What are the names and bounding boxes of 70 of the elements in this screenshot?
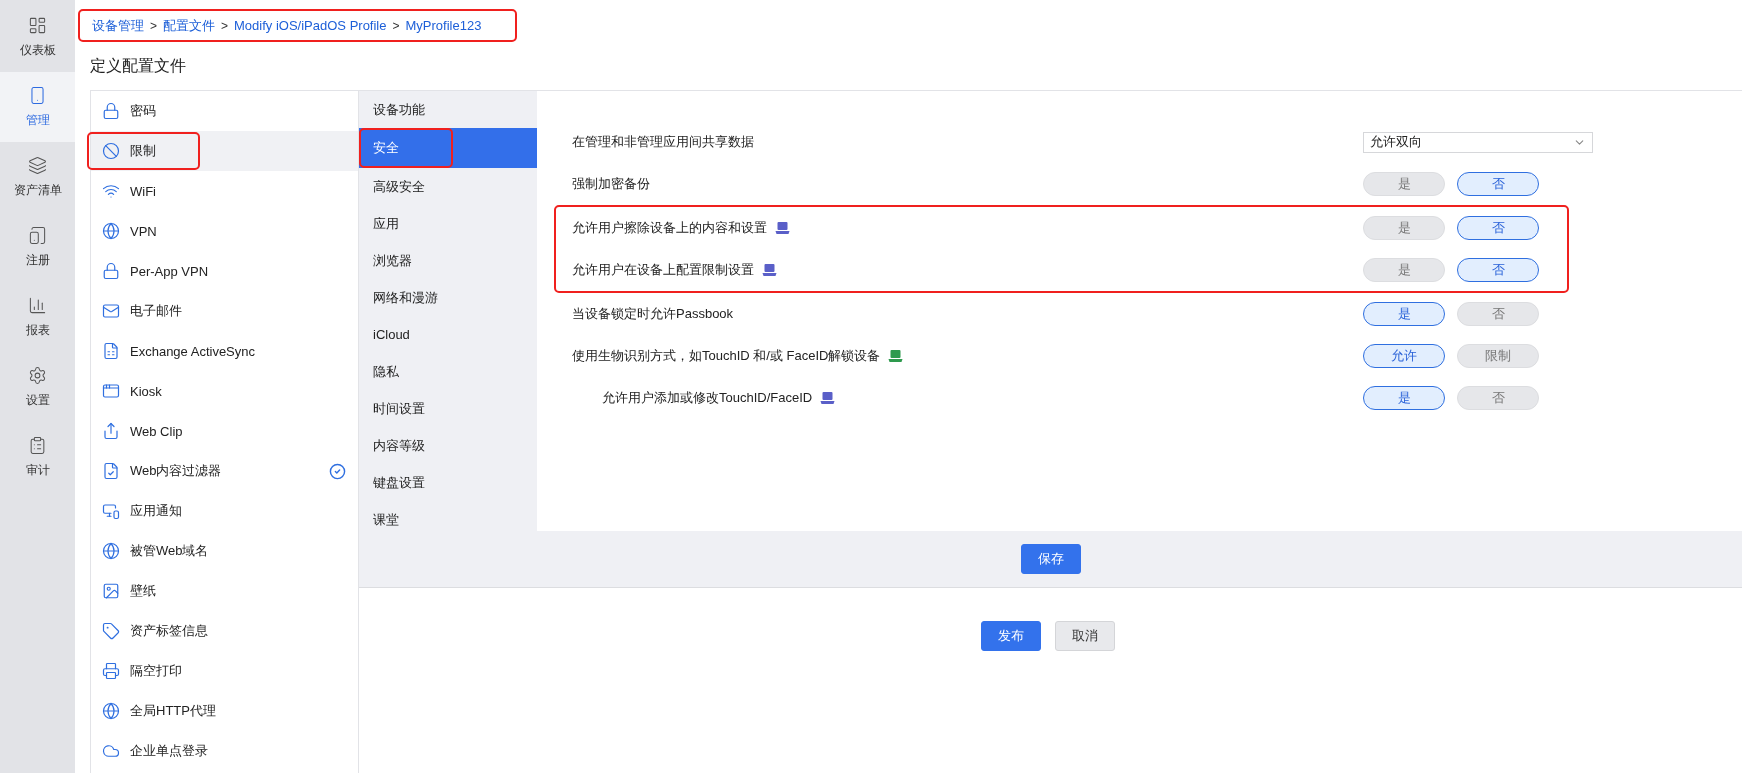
devices-icon — [102, 502, 120, 520]
globe-icon — [102, 222, 120, 240]
nav-item[interactable]: 审计 — [0, 422, 75, 492]
setting-label: 在管理和非管理应用间共享数据 — [572, 133, 754, 151]
section-item[interactable]: 课堂 — [359, 501, 537, 538]
lock-icon — [102, 262, 120, 280]
nav-item[interactable]: 注册 — [0, 212, 75, 282]
option-button[interactable]: 否 — [1457, 172, 1539, 196]
section-item[interactable]: 安全 — [359, 128, 537, 168]
section-item[interactable]: 浏览器 — [359, 242, 537, 279]
clipboard-icon — [28, 435, 47, 455]
document-check-icon — [102, 462, 120, 480]
option-button[interactable]: 是 — [1363, 302, 1445, 326]
cloud-icon — [102, 742, 120, 760]
settings-icon — [28, 365, 47, 385]
section-item[interactable]: 高级安全 — [359, 168, 537, 205]
nav-item[interactable]: 设置 — [0, 352, 75, 422]
setting-label: 允许用户添加或修改TouchID/FaceID — [602, 389, 813, 407]
option-button[interactable]: 是 — [1363, 216, 1445, 240]
breadcrumb-separator: > — [392, 18, 400, 33]
share-icon — [102, 422, 120, 440]
option-button[interactable]: 允许 — [1363, 344, 1445, 368]
option-button[interactable]: 否 — [1457, 258, 1539, 282]
option-button[interactable]: 否 — [1457, 386, 1539, 410]
envelope-icon — [102, 302, 120, 320]
section-item[interactable]: iCloud — [359, 316, 537, 353]
option-button[interactable]: 限制 — [1457, 344, 1539, 368]
option-button[interactable]: 是 — [1363, 386, 1445, 410]
publish-button[interactable]: 发布 — [981, 621, 1041, 651]
option-button[interactable]: 是 — [1363, 172, 1445, 196]
phone-icon — [28, 225, 47, 245]
setting-label: 允许用户擦除设备上的内容和设置 — [572, 219, 767, 237]
page-title: 定义配置文件 — [90, 56, 187, 76]
section-item[interactable]: 设备功能 — [359, 91, 537, 128]
dashboard-icon — [28, 15, 47, 35]
ban-icon — [102, 142, 120, 160]
globe-icon — [102, 542, 120, 560]
dropdown[interactable]: 允许双向 — [1363, 131, 1593, 153]
section-item[interactable]: 应用 — [359, 205, 537, 242]
option-button[interactable]: 否 — [1457, 302, 1539, 326]
breadcrumb-link[interactable]: 配置文件 — [163, 16, 215, 35]
nav-item[interactable]: 管理 — [0, 72, 75, 142]
image-icon — [102, 582, 120, 600]
setting-label: 当设备锁定时允许Passbook — [572, 305, 734, 323]
setting-label: 强制加密备份 — [572, 175, 650, 193]
section-item[interactable]: 时间设置 — [359, 390, 537, 427]
breadcrumb-link[interactable]: MyProfile123 — [405, 18, 482, 33]
breadcrumb-separator: > — [221, 18, 229, 33]
option-button[interactable]: 是 — [1363, 258, 1445, 282]
setting-label: 允许用户在设备上配置限制设置 — [572, 261, 754, 279]
nav-item[interactable]: 仪表板 — [0, 2, 75, 72]
section-item[interactable]: 网络和漫游 — [359, 279, 537, 316]
tag-icon — [102, 622, 120, 640]
layers-icon — [28, 155, 47, 175]
bar-chart-icon — [28, 295, 47, 315]
save-button[interactable]: 保存 — [1020, 544, 1081, 574]
section-item[interactable]: 隐私 — [359, 353, 537, 390]
breadcrumb-link[interactable]: 设备管理 — [92, 16, 144, 35]
printer-icon — [102, 662, 120, 680]
lock-icon — [102, 102, 120, 120]
globe-icon — [102, 702, 120, 720]
nav-item[interactable]: 报表 — [0, 282, 75, 352]
option-button[interactable]: 否 — [1457, 216, 1539, 240]
setting-label: 使用生物识别方式，如TouchID 和/或 FaceID解锁设备 — [572, 347, 881, 365]
nav-item[interactable]: 资产清单 — [0, 142, 75, 212]
breadcrumb-separator: > — [150, 18, 157, 33]
breadcrumb-link[interactable]: Modify iOS/iPadOS Profile — [234, 18, 387, 33]
cancel-button[interactable]: 取消 — [1055, 621, 1115, 651]
section-item[interactable]: 键盘设置 — [359, 464, 537, 501]
section-item[interactable]: 内容等级 — [359, 427, 537, 464]
